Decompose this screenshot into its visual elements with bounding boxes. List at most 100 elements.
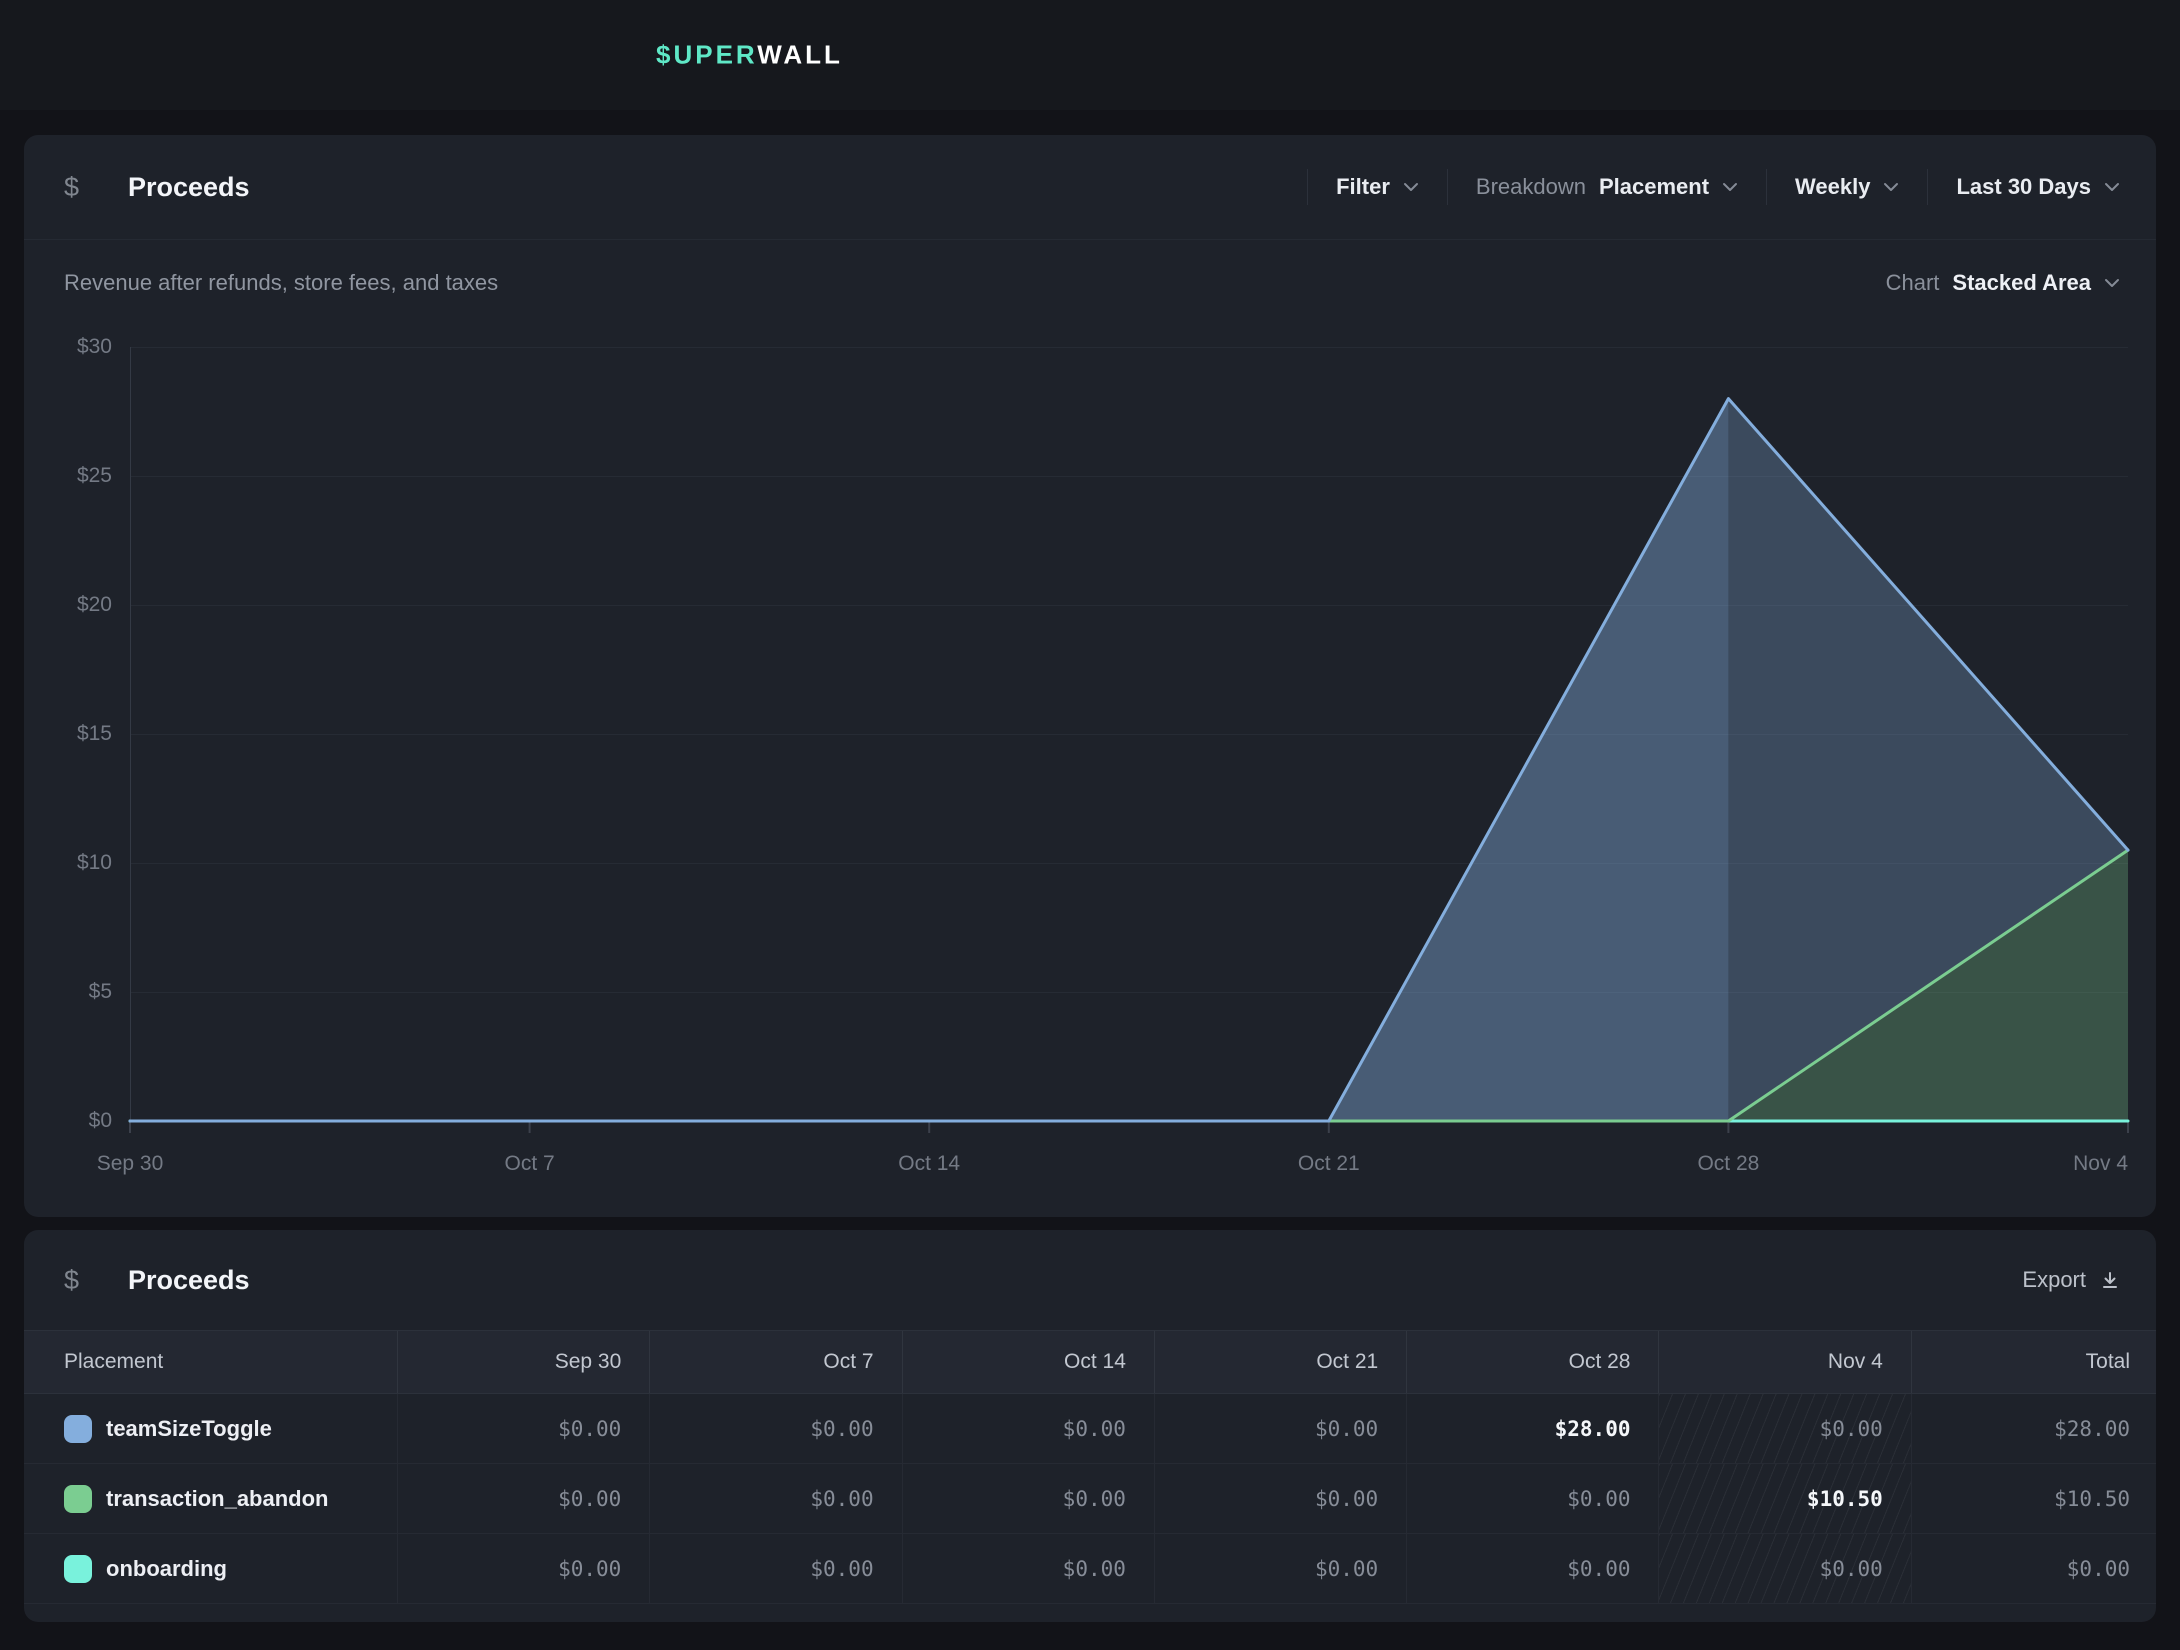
money-value: $0.00 <box>1315 1487 1378 1511</box>
filter-label: Filter <box>1336 174 1390 200</box>
export-label: Export <box>2022 1267 2086 1293</box>
money-value: $28.00 <box>2054 1417 2130 1441</box>
money-value: $0.00 <box>810 1557 873 1581</box>
x-tick-label: Sep 30 <box>97 1152 164 1176</box>
date-range-dropdown[interactable]: Last 30 Days <box>1928 174 2120 200</box>
chevron-down-icon <box>1883 182 1899 192</box>
value-cell-oct-14: $0.00 <box>902 1394 1154 1463</box>
chart-subheader: Revenue after refunds, store fees, and t… <box>64 253 2120 313</box>
column-header-oct-28: Oct 28 <box>1406 1331 1658 1393</box>
money-value: $0.00 <box>1063 1557 1126 1581</box>
table-header-row: PlacementSep 30Oct 7Oct 14Oct 21Oct 28No… <box>24 1330 2156 1394</box>
export-button[interactable]: Export <box>2022 1267 2120 1293</box>
chevron-down-icon <box>1722 182 1738 192</box>
chart-controls: Filter Breakdown Placement Weekly Last 3… <box>1307 169 2120 205</box>
column-header-sep-30: Sep 30 <box>397 1331 649 1393</box>
value-cell-total: $0.00 <box>1911 1534 2156 1603</box>
placement-name: transaction_abandon <box>106 1486 328 1512</box>
chart-type-value: Stacked Area <box>1952 270 2091 296</box>
money-value: $10.50 <box>1807 1487 1883 1511</box>
money-value: $0.00 <box>1063 1417 1126 1441</box>
period-dropdown[interactable]: Weekly <box>1767 174 1927 200</box>
value-cell-oct-28: $0.00 <box>1406 1534 1658 1603</box>
proceeds-stacked-area-chart <box>130 347 2128 1121</box>
logo-suffix: WALL <box>757 40 843 70</box>
download-icon <box>2100 1270 2120 1290</box>
x-axis-labels: Sep 30Oct 7Oct 14Oct 21Oct 28Nov 4 <box>130 1152 2128 1184</box>
money-value: $28.00 <box>1555 1417 1631 1441</box>
value-cell-oct-21: $0.00 <box>1154 1534 1406 1603</box>
money-value: $0.00 <box>1820 1417 1883 1441</box>
money-value: $0.00 <box>1063 1487 1126 1511</box>
chevron-down-icon <box>1403 182 1419 192</box>
value-cell-oct-28: $28.00 <box>1406 1394 1658 1463</box>
x-tick-label: Oct 21 <box>1298 1152 1360 1176</box>
superwall-logo[interactable]: $UPERWALL <box>656 40 843 71</box>
y-tick-label: $30 <box>77 335 112 359</box>
table-card-header: $ Proceeds Export <box>24 1230 2156 1330</box>
chart-subtitle: Revenue after refunds, store fees, and t… <box>64 270 498 296</box>
value-cell-oct-14: $0.00 <box>902 1534 1154 1603</box>
dollar-icon: $ <box>64 1265 94 1296</box>
value-cell-oct-7: $0.00 <box>649 1394 901 1463</box>
filter-dropdown[interactable]: Filter <box>1308 174 1447 200</box>
breakdown-dropdown[interactable]: Breakdown Placement <box>1448 174 1766 200</box>
x-tick-label: Oct 14 <box>898 1152 960 1176</box>
chart-type-dropdown[interactable]: Chart Stacked Area <box>1886 270 2120 296</box>
value-cell-oct-28: $0.00 <box>1406 1464 1658 1533</box>
y-tick-label: $15 <box>77 722 112 746</box>
value-cell-oct-7: $0.00 <box>649 1464 901 1533</box>
chevron-down-icon <box>2104 182 2120 192</box>
y-tick-label: $0 <box>89 1109 112 1133</box>
money-value: $0.00 <box>558 1557 621 1581</box>
table-row-transaction-abandon: transaction_abandon $0.00 $0.00 $0.00 $0.00 $… <box>24 1464 2156 1534</box>
value-cell-sep-30: $0.00 <box>397 1464 649 1533</box>
value-cell-oct-7: $0.00 <box>649 1534 901 1603</box>
table-row-teamsizetoggle: teamSizeToggle $0.00 $0.00 $0.00 $0.00 $28.00… <box>24 1394 2156 1464</box>
proceeds-chart-card: $ Proceeds Filter Breakdown Placement We… <box>24 135 2156 1217</box>
chart-type-label: Chart <box>1886 270 1940 296</box>
value-cell-oct-21: $0.00 <box>1154 1394 1406 1463</box>
value-cell-nov-4: $0.00 <box>1658 1394 1910 1463</box>
column-header-oct-7: Oct 7 <box>649 1331 901 1393</box>
value-cell-oct-14: $0.00 <box>902 1464 1154 1533</box>
value-cell-nov-4: $0.00 <box>1658 1534 1910 1603</box>
column-header-oct-14: Oct 14 <box>902 1331 1154 1393</box>
placement-cell: transaction_abandon <box>24 1464 397 1533</box>
breakdown-value: Placement <box>1599 174 1709 200</box>
proceeds-table-card: $ Proceeds Export PlacementSep 30Oct 7Oc… <box>24 1230 2156 1622</box>
dollar-icon: $ <box>64 172 94 203</box>
top-navigation-bar: $UPERWALL <box>0 0 2180 110</box>
date-range-value: Last 30 Days <box>1956 174 2091 200</box>
money-value: $0.00 <box>1315 1417 1378 1441</box>
money-value: $0.00 <box>1567 1487 1630 1511</box>
x-tick-label: Oct 7 <box>505 1152 555 1176</box>
series-color-swatch <box>64 1485 92 1513</box>
chart-card-title: Proceeds <box>128 172 250 203</box>
money-value: $10.50 <box>2054 1487 2130 1511</box>
y-tick-label: $10 <box>77 851 112 875</box>
placement-cell: teamSizeToggle <box>24 1394 397 1463</box>
money-value: $0.00 <box>1315 1557 1378 1581</box>
money-value: $0.00 <box>810 1487 873 1511</box>
money-value: $0.00 <box>558 1487 621 1511</box>
value-cell-total: $28.00 <box>1911 1394 2156 1463</box>
y-axis-labels: $30$25$20$15$10$5$0 <box>24 347 120 1121</box>
chevron-down-icon <box>2104 278 2120 288</box>
value-cell-sep-30: $0.00 <box>397 1394 649 1463</box>
series-color-swatch <box>64 1415 92 1443</box>
placement-name: onboarding <box>106 1556 227 1582</box>
placement-cell: onboarding <box>24 1534 397 1603</box>
column-header-placement: Placement <box>24 1331 397 1393</box>
money-value: $0.00 <box>558 1417 621 1441</box>
y-tick-label: $25 <box>77 464 112 488</box>
value-cell-oct-21: $0.00 <box>1154 1464 1406 1533</box>
y-tick-label: $5 <box>89 980 112 1004</box>
money-value: $0.00 <box>1567 1557 1630 1581</box>
proceeds-table: PlacementSep 30Oct 7Oct 14Oct 21Oct 28No… <box>24 1330 2156 1604</box>
breakdown-label: Breakdown <box>1476 174 1586 200</box>
logo-prefix: $UPER <box>656 40 757 70</box>
placement-name: teamSizeToggle <box>106 1416 272 1442</box>
table-body: teamSizeToggle $0.00 $0.00 $0.00 $0.00 $28.00… <box>24 1394 2156 1604</box>
money-value: $0.00 <box>2067 1557 2130 1581</box>
